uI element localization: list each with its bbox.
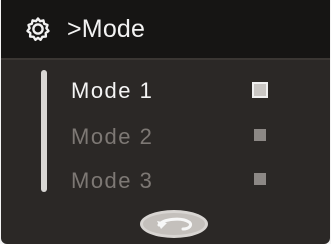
menu-item-label: Mode 3 (71, 168, 154, 193)
scrollbar[interactable] (41, 70, 47, 192)
menu-item-label: Mode 1 (71, 78, 154, 103)
checkbox[interactable] (254, 173, 266, 185)
menu-item-mode-2[interactable]: Mode 2 (71, 122, 301, 158)
menu-item-label: Mode 2 (71, 124, 154, 149)
menu-header: >Mode (1, 0, 330, 60)
menu-item-mode-1[interactable]: Mode 1 (71, 76, 301, 112)
scrollbar-thumb[interactable] (41, 70, 47, 192)
gear-icon (26, 17, 50, 41)
menu-item-mode-3[interactable]: Mode 3 (71, 166, 301, 202)
checkbox[interactable] (254, 129, 266, 141)
page-title: >Mode (67, 15, 146, 43)
selected-checkbox[interactable] (252, 82, 268, 98)
back-button[interactable] (137, 205, 211, 241)
camera-menu-screen: >Mode Mode 1 Mode 2 Mode 3 (1, 0, 330, 244)
